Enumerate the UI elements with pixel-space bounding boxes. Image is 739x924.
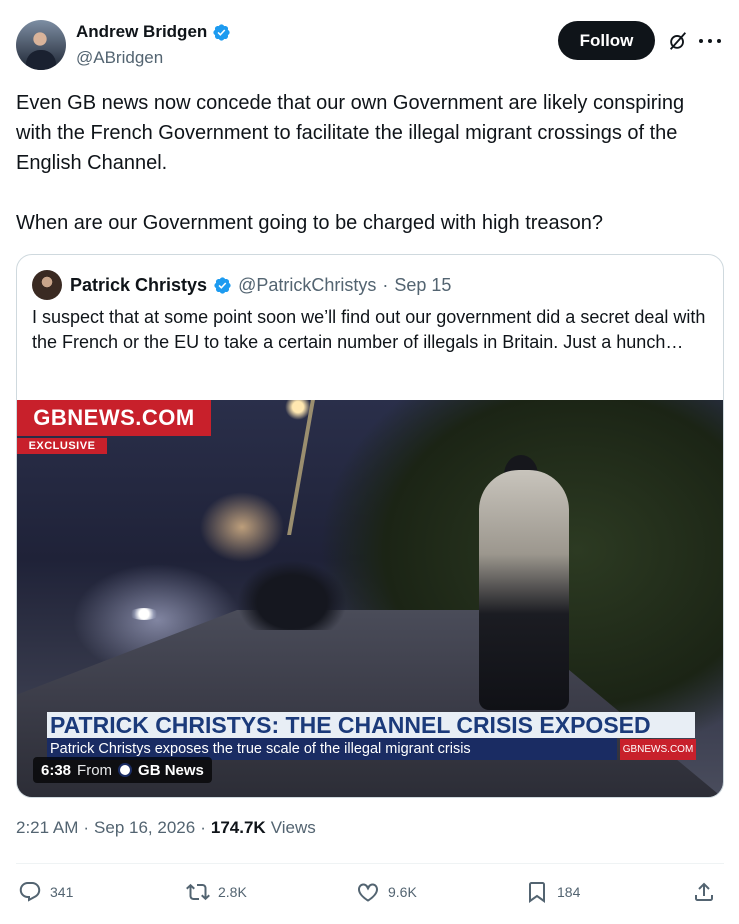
action-bar: 341 2.8K 9.6K 184 <box>16 876 724 912</box>
author-display-name[interactable]: Andrew Bridgen <box>76 22 207 42</box>
views-label: Views <box>270 818 316 837</box>
quote-author-avatar[interactable] <box>32 270 62 300</box>
repost-icon <box>186 883 210 901</box>
verified-badge-icon <box>214 276 231 294</box>
gbnews-logo: GBNEWS.COM <box>17 400 211 436</box>
video-frame-headlight <box>129 608 159 620</box>
tweet-paragraph: When are our Government going to be char… <box>16 212 604 234</box>
share-icon <box>695 882 713 901</box>
quote-author-handle: @PatrickChristys <box>238 274 377 295</box>
author-name-row: Andrew Bridgen <box>76 22 231 42</box>
heart-icon <box>358 883 378 902</box>
tweet-header: Andrew Bridgen @ABridgen Follow <box>16 18 723 74</box>
grok-icon[interactable] <box>667 30 689 52</box>
tweet-meta: 2:21 AM · Sep 16, 2026 · 174.7K Views <box>16 818 316 838</box>
tweet-text: Even GB news now concede that our own Go… <box>16 88 716 238</box>
share-button[interactable] <box>692 880 716 904</box>
like-count: 9.6K <box>388 884 417 900</box>
repost-count: 2.8K <box>218 884 247 900</box>
reply-count: 341 <box>50 884 74 900</box>
bookmark-button[interactable]: 184 <box>525 880 580 904</box>
video-banner-title: PATRICK CHRISTYS: THE CHANNEL CRISIS EXP… <box>47 712 695 738</box>
separator-dot: · <box>382 274 389 295</box>
repost-button[interactable]: 2.8K <box>186 880 247 904</box>
video-player[interactable]: GBNEWS.COM EXCLUSIVE PATRICK CHRISTYS: T… <box>17 400 723 797</box>
gbnews-mini-logo-icon <box>118 763 133 777</box>
video-frame-crowd <box>237 560 347 630</box>
video-banner-site: GBNEWS.COM <box>620 739 696 760</box>
video-source[interactable]: GB News <box>138 762 204 779</box>
bookmark-icon <box>529 882 545 903</box>
verified-badge-icon[interactable] <box>212 23 231 42</box>
separator-dot: · <box>200 818 206 837</box>
quote-header: Patrick Christys @PatrickChristys · Sep … <box>32 270 451 300</box>
like-button[interactable]: 9.6K <box>356 880 417 904</box>
quote-date: Sep 15 <box>394 274 452 295</box>
author-avatar[interactable] <box>16 20 66 70</box>
quote-author-name[interactable]: Patrick Christys <box>70 275 207 296</box>
video-frame-person <box>479 470 569 710</box>
video-duration: 6:38 <box>41 761 72 779</box>
separator-dot: · <box>83 818 90 837</box>
more-icon[interactable] <box>699 30 721 52</box>
tweet-time[interactable]: 2:21 AM <box>16 818 78 838</box>
video-from-label: From <box>77 761 113 779</box>
quote-text: I suspect that at some point soon we’ll … <box>32 307 706 352</box>
quoted-tweet[interactable]: Patrick Christys @PatrickChristys · Sep … <box>16 254 724 798</box>
video-frame-lamp-post <box>287 400 315 535</box>
divider <box>16 863 724 864</box>
exclusive-badge: EXCLUSIVE <box>17 438 107 454</box>
bookmark-count: 184 <box>557 884 581 900</box>
reply-icon <box>19 882 41 902</box>
views-count: 174.7K <box>210 818 266 837</box>
follow-button[interactable]: Follow <box>558 21 655 60</box>
tweet-date[interactable]: Sep 16, 2026 <box>94 818 195 838</box>
reply-button[interactable]: 341 <box>18 880 73 904</box>
author-handle[interactable]: @ABridgen <box>76 48 163 68</box>
video-duration-badge: 6:38 From GB News <box>33 757 212 783</box>
tweet-paragraph: Even GB news now concede that our own Go… <box>16 92 685 174</box>
